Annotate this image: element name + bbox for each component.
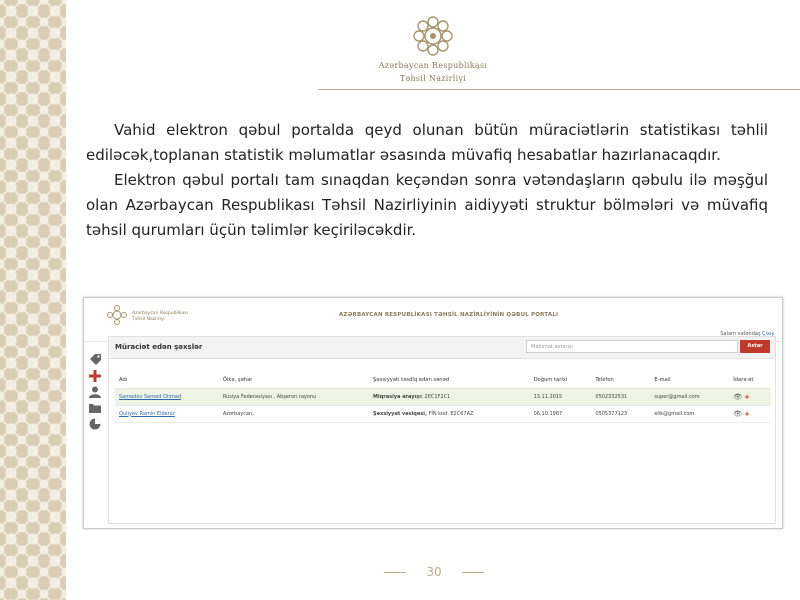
document-cell: Miqrasiya arayışı: 2EC1F2C1 (369, 388, 530, 406)
phone-cell: 0502332531 (591, 388, 651, 406)
paragraph-training: Elektron qəbul portalı tam sınaqdan keçə… (86, 171, 768, 239)
panel-toolbar: Müraciət edən şəxslər Məlumat axtarışı A… (109, 337, 775, 359)
document-type: Miqrasiya arayışı: (373, 393, 423, 400)
column-header: E-mail (650, 373, 730, 389)
portal-screenshot: Azərbaycan Respublikası Təhsil Nazirliyi… (83, 297, 783, 529)
row-actions: 👁 + (729, 405, 771, 423)
pie-chart-icon[interactable] (88, 417, 102, 431)
footer-dash-right (462, 572, 484, 573)
location-cell: Azərbaycan, (218, 405, 370, 423)
ministry-name-line1: Azərbaycan Respublikası (378, 61, 488, 70)
add-icon[interactable]: + (744, 410, 750, 418)
birth-date-cell: 06.10.1987 (529, 405, 592, 423)
portal-org-name: Azərbaycan Respublikası Təhsil Nazirliyi (132, 311, 188, 323)
user-icon[interactable] (88, 385, 102, 399)
slide-footer: 30 (384, 565, 484, 579)
emblem-icon (413, 16, 453, 56)
column-header: Şəxsiyyəti təsdiq edən sənəd (369, 373, 530, 389)
ministry-logo: Azərbaycan Respublikası Təhsil Nazirliyi (378, 14, 488, 84)
search-input[interactable]: Məlumat axtarışı (526, 340, 738, 353)
portal-emblem-icon (107, 305, 127, 325)
section-title: Müraciət edən şəxslər (115, 343, 203, 351)
folder-icon[interactable] (88, 401, 102, 415)
document-cell: Şəxsiyyət vəsiqəsi, FİN kod: E2C67AZ (369, 405, 530, 423)
ministry-name-line2: Təhsil Nazirliyi (399, 74, 467, 83)
view-icon[interactable]: 👁 (733, 393, 742, 401)
phone-cell: 0505377123 (591, 405, 651, 423)
column-header: Ölkə, şəhər (218, 373, 370, 389)
table-header-row: Adı Ölkə, şəhər Şəxsiyyəti təsdiq edən s… (115, 373, 771, 389)
applicant-name-link[interactable]: Quliyev Ramin Eldeniz (119, 411, 175, 417)
column-header: Doğum tarixi (529, 373, 592, 389)
decorative-ornament-band (0, 0, 66, 600)
birth-date-cell: 13.11.2015 (529, 388, 592, 406)
document-number: FİN kod: E2C67AZ (428, 410, 474, 417)
column-header: Adı (115, 373, 219, 389)
row-actions: 👁 + (729, 388, 771, 406)
applicants-panel: Müraciət edən şəxslər Məlumat axtarışı A… (108, 336, 776, 524)
table-row[interactable]: Samedov Samed Ohmad Rusiya Federasiyası … (115, 388, 771, 406)
applicants-table: Adı Ölkə, şəhər Şəxsiyyəti təsdiq edən s… (115, 373, 771, 423)
location-cell: Rusiya Federasiyası , Abşeron rayonu (218, 388, 370, 406)
search-button[interactable]: Axtar (740, 340, 770, 353)
email-cell: elik@gmail.com (650, 405, 730, 423)
view-icon[interactable]: 👁 (733, 410, 742, 418)
slide-body: Vahid elektron qəbul portalda qeyd oluna… (86, 118, 768, 243)
portal-org-line2: Təhsil Nazirliyi (132, 317, 165, 322)
paragraph-statistics: Vahid elektron qəbul portalda qeyd oluna… (86, 121, 768, 164)
portal-title: AZƏRBAYCAN RESPUBLİKASI TƏHSİL NAZİRLİYİ… (339, 312, 559, 318)
document-type: Şəxsiyyət vəsiqəsi, (373, 410, 427, 417)
table-row[interactable]: Quliyev Ramin Eldeniz Azərbaycan, Şəxsiy… (115, 405, 771, 423)
add-icon[interactable] (88, 369, 102, 383)
tags-icon[interactable] (88, 353, 102, 367)
email-cell: super@gmail.com (650, 388, 730, 406)
add-icon[interactable]: + (744, 393, 750, 401)
applicant-name-link[interactable]: Samedov Samed Ohmad (119, 394, 181, 400)
document-number: 2EC1F2C1 (424, 393, 451, 400)
header-divider (318, 89, 800, 90)
side-toolbar (88, 353, 104, 433)
column-header: İdarə et (729, 373, 771, 389)
column-header: Telefon (591, 373, 651, 389)
